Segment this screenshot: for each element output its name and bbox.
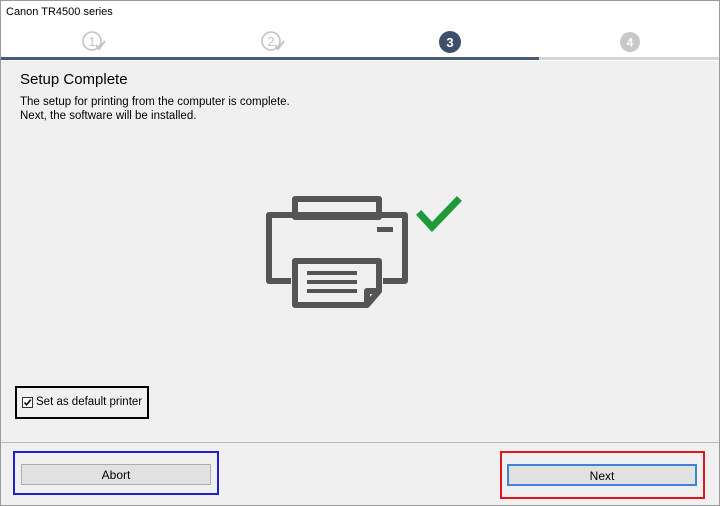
step-1-completed-icon: 1 <box>82 31 106 53</box>
step-4-number: 4 <box>627 36 634 50</box>
step-2-number: 2 <box>267 34 274 49</box>
step-3-current-icon: 3 <box>439 31 461 53</box>
installer-window: Canon TR4500 series 1 2 3 4 Setup Comple… <box>0 0 720 506</box>
description-line-2: Next, the software will be installed. <box>20 110 197 122</box>
page-title: Setup Complete <box>20 71 128 88</box>
step-progress-fill <box>1 57 539 60</box>
step-1-number: 1 <box>88 34 95 49</box>
default-printer-checkbox[interactable] <box>22 397 33 408</box>
description: The setup for printing from the computer… <box>20 95 290 123</box>
description-line-1: The setup for printing from the computer… <box>20 96 290 108</box>
next-button[interactable]: Next <box>507 464 697 486</box>
next-highlight-frame: Next <box>500 451 705 499</box>
title-bar: Canon TR4500 series <box>1 1 719 25</box>
checkmark-icon <box>416 196 462 233</box>
default-printer-option[interactable]: Set as default printer <box>15 386 149 419</box>
footer-separator <box>1 442 719 443</box>
step-indicator: 1 2 3 4 <box>1 25 719 61</box>
window-title: Canon TR4500 series <box>6 6 113 18</box>
step-progress-bar <box>1 57 719 60</box>
abort-button[interactable]: Abort <box>21 464 211 485</box>
step-2-completed-icon: 2 <box>261 31 285 53</box>
abort-highlight-frame: Abort <box>13 451 219 495</box>
setup-complete-illustration <box>263 191 463 318</box>
step-4-upcoming-icon: 4 <box>619 31 641 53</box>
checkbox-check-icon <box>23 399 32 407</box>
default-printer-label[interactable]: Set as default printer <box>36 396 142 408</box>
step-3-number: 3 <box>446 35 453 50</box>
